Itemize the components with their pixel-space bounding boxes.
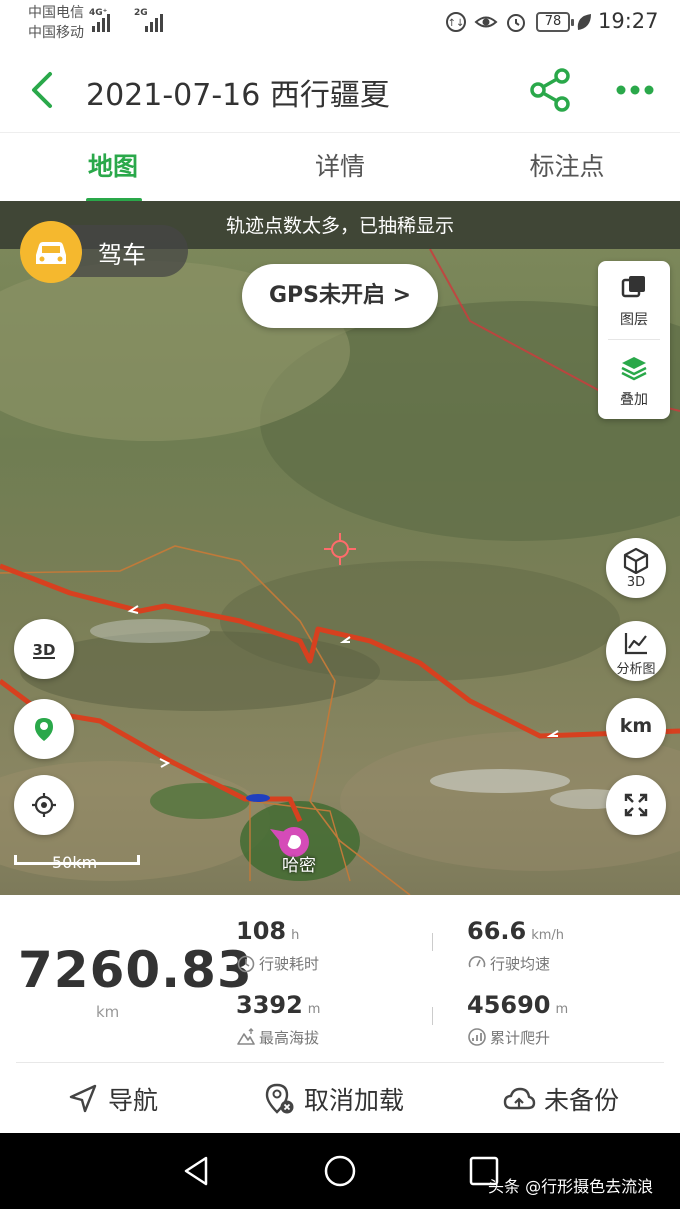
layers-icon bbox=[621, 276, 645, 298]
total-distance: 7260.83 bbox=[18, 941, 253, 999]
unit-toggle-label: km bbox=[619, 715, 653, 737]
divider bbox=[432, 1007, 433, 1025]
navigate-label: 导航 bbox=[108, 1086, 159, 1115]
leaf-icon bbox=[577, 14, 591, 30]
unload-pin-icon bbox=[265, 1083, 294, 1114]
speedometer-icon bbox=[468, 956, 486, 968]
map-view[interactable]: 轨迹点数太多，已抽稀显示 驾车 GPS未开启 > 图层 叠加 3D 分析图 km… bbox=[0, 201, 680, 895]
3d-tilt-button[interactable]: 3D bbox=[14, 619, 74, 679]
cancel-load-label: 取消加载 bbox=[304, 1086, 405, 1115]
tab-bar: 地图 详情 标注点 bbox=[0, 132, 680, 202]
backup-label: 未备份 bbox=[544, 1086, 620, 1115]
locate-button[interactable] bbox=[14, 775, 74, 835]
max-altitude-unit: m bbox=[307, 1002, 321, 1017]
total-climb-unit: m bbox=[555, 1002, 569, 1017]
3d-view-label: 3D bbox=[626, 575, 646, 590]
alarm-icon bbox=[507, 14, 525, 32]
carrier-2: 中国移动 bbox=[28, 25, 84, 41]
place-label: 哈密 bbox=[282, 856, 316, 876]
car-icon bbox=[20, 221, 82, 283]
cloud-upload-icon bbox=[503, 1087, 536, 1110]
trip-stats: 7260.83 km 108 h 行驶耗时 66.6 km/h 行驶均速 3392 m… bbox=[0, 895, 680, 1065]
layers-label: 图层 bbox=[620, 312, 648, 328]
chart-icon bbox=[624, 633, 647, 655]
navigate-button[interactable]: 导航 bbox=[66, 1065, 158, 1133]
page-title: 2021-07-16 西行疆夏 bbox=[86, 78, 390, 113]
layer-panel: 图层 叠加 bbox=[598, 261, 670, 419]
tab-details[interactable]: 详情 bbox=[227, 133, 453, 202]
scale-label: 50km bbox=[52, 853, 98, 872]
timer-icon bbox=[237, 955, 255, 973]
total-climb-value: 45690 bbox=[467, 991, 551, 1019]
home-circle-icon[interactable] bbox=[322, 1153, 358, 1189]
avg-speed-value: 66.6 bbox=[467, 917, 527, 945]
3d-tilt-icon: 3D bbox=[33, 641, 56, 659]
duration-unit: h bbox=[291, 928, 300, 943]
overlay-button[interactable]: 叠加 bbox=[598, 341, 670, 419]
climb-icon bbox=[468, 1028, 486, 1046]
max-altitude-metric: 3392 m 最高海拔 bbox=[236, 991, 321, 1047]
watermark: 头条 @行形摄色去流浪 bbox=[488, 1177, 654, 1196]
avg-speed-unit: km/h bbox=[531, 928, 565, 943]
tab-markers[interactable]: 标注点 bbox=[454, 133, 680, 202]
overlay-icon bbox=[621, 357, 647, 381]
analysis-chart-button[interactable]: 分析图 bbox=[606, 621, 666, 681]
footprint-button[interactable] bbox=[14, 699, 74, 759]
back-icon[interactable] bbox=[22, 66, 66, 114]
signal-icon-2 bbox=[145, 12, 163, 32]
locate-icon bbox=[32, 793, 56, 817]
more-icon[interactable] bbox=[612, 74, 658, 106]
fullscreen-icon bbox=[624, 793, 648, 817]
eye-comfort-icon bbox=[474, 16, 498, 28]
3d-view-button[interactable]: 3D bbox=[606, 538, 666, 598]
travel-mode-label: 驾车 bbox=[98, 241, 146, 269]
total-climb-label: 累计爬升 bbox=[490, 1029, 551, 1047]
divider bbox=[16, 1062, 664, 1063]
total-distance-unit: km bbox=[96, 1003, 120, 1021]
carrier-1: 中国电信 bbox=[28, 5, 84, 21]
travel-mode-chip[interactable]: 驾车 bbox=[20, 221, 188, 283]
divider bbox=[432, 933, 433, 951]
max-altitude-label: 最高海拔 bbox=[259, 1029, 320, 1047]
duration-metric: 108 h 行驶耗时 bbox=[236, 917, 319, 973]
gps-off-button[interactable]: GPS未开启 > bbox=[242, 264, 438, 328]
cancel-load-button[interactable]: 取消加载 bbox=[262, 1065, 404, 1133]
fullscreen-button[interactable] bbox=[606, 775, 666, 835]
back-triangle-icon[interactable] bbox=[178, 1153, 214, 1189]
tab-map[interactable]: 地图 bbox=[0, 133, 226, 202]
mountain-icon bbox=[237, 1028, 255, 1045]
battery-indicator: 78 bbox=[536, 12, 574, 32]
title-bar: 2021-07-16 西行疆夏 bbox=[0, 48, 680, 132]
status-bar: 中国电信 中国移动 4G⁺ 2G ↑↓ 78 19:27 bbox=[0, 0, 680, 48]
clock: 19:27 bbox=[598, 9, 659, 33]
action-bar: 导航 取消加载 未备份 bbox=[0, 1065, 680, 1133]
duration-label: 行驶耗时 bbox=[259, 955, 320, 973]
svg-text:3D: 3D bbox=[33, 641, 56, 659]
data-saver-icon: ↑↓ bbox=[446, 12, 466, 32]
divider bbox=[608, 339, 660, 340]
system-nav-bar: 头条 @行形摄色去流浪 bbox=[0, 1133, 680, 1209]
analysis-chart-label: 分析图 bbox=[616, 662, 656, 677]
footprint-pin-icon bbox=[35, 718, 53, 741]
cube-icon bbox=[623, 547, 649, 574]
unit-toggle-button[interactable]: km bbox=[606, 698, 666, 758]
backup-button[interactable]: 未备份 bbox=[502, 1065, 619, 1133]
max-altitude-value: 3392 bbox=[236, 991, 303, 1019]
overlay-label: 叠加 bbox=[620, 392, 648, 408]
avg-speed-metric: 66.6 km/h 行驶均速 bbox=[467, 917, 565, 973]
svg-text:↑↓: ↑↓ bbox=[448, 18, 465, 29]
share-icon[interactable] bbox=[526, 66, 574, 114]
signal-icon-1 bbox=[92, 12, 110, 32]
duration-value: 108 bbox=[236, 917, 287, 945]
layers-button[interactable]: 图层 bbox=[598, 261, 670, 339]
navigation-arrow-icon bbox=[69, 1084, 97, 1113]
avg-speed-label: 行驶均速 bbox=[490, 955, 551, 973]
total-climb-metric: 45690 m 累计爬升 bbox=[467, 991, 569, 1047]
